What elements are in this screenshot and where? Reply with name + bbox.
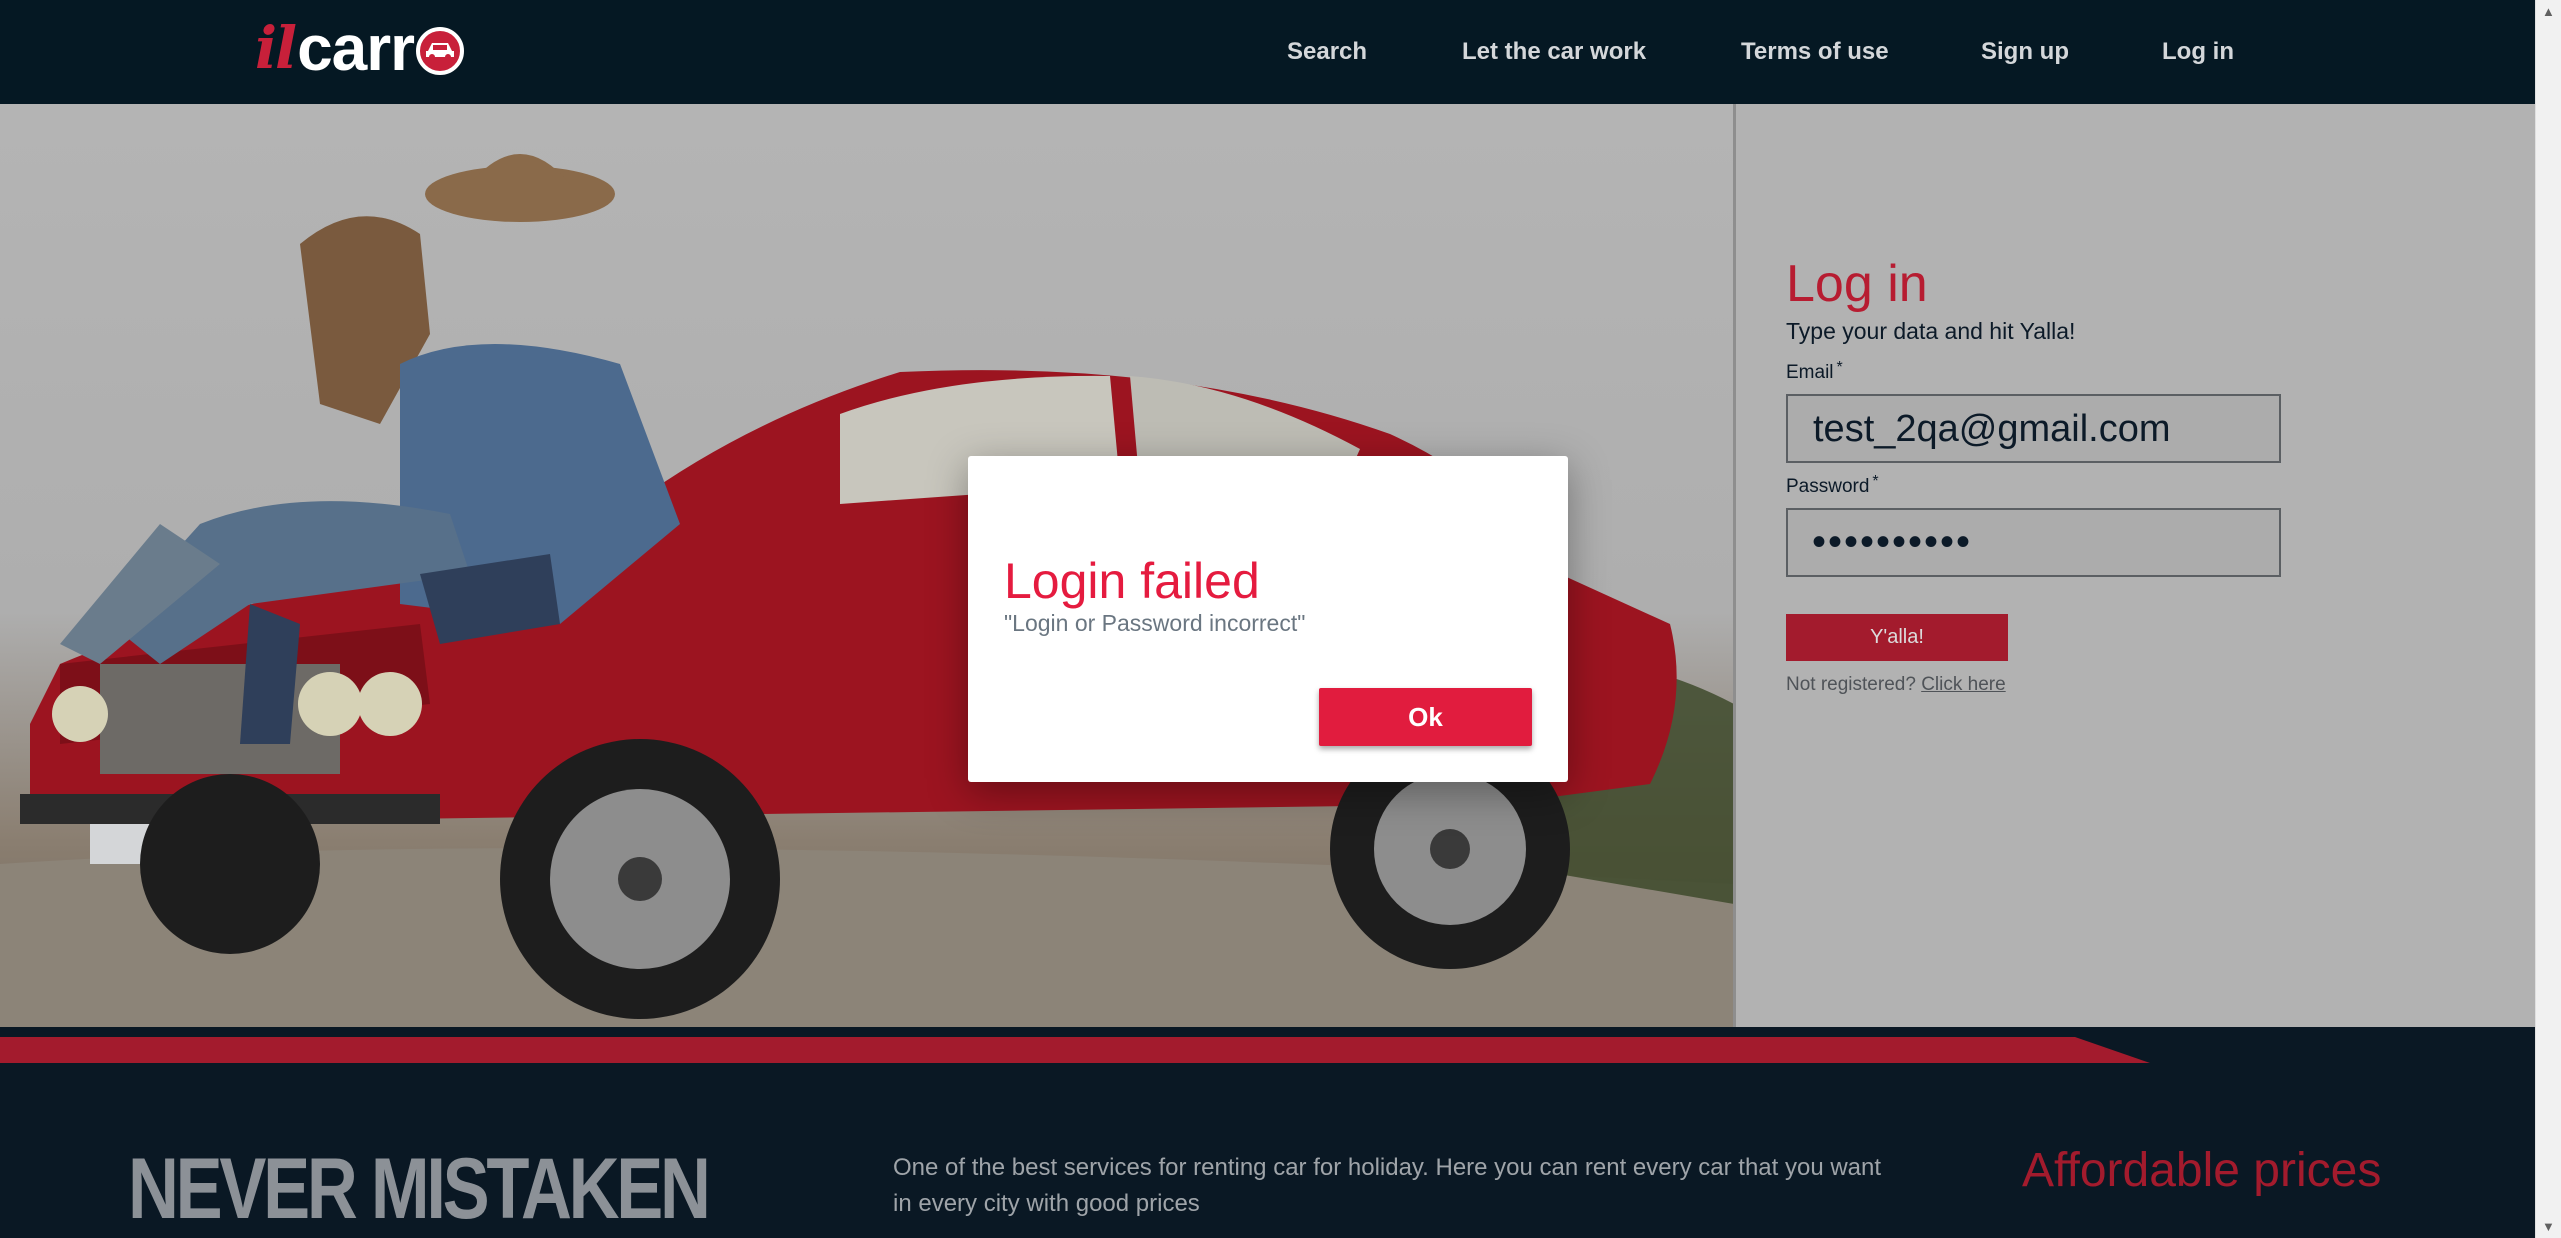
login-failed-dialog: Login failed "Login or Password incorrec… xyxy=(968,456,1568,782)
scroll-up-arrow-icon[interactable]: ▲ xyxy=(2542,4,2555,19)
scroll-down-arrow-icon[interactable]: ▼ xyxy=(2542,1219,2555,1234)
vertical-scrollbar[interactable]: ▲ ▼ xyxy=(2535,0,2561,1238)
dialog-message: "Login or Password incorrect" xyxy=(1004,610,1306,636)
ok-button[interactable]: Ok xyxy=(1319,688,1532,746)
dialog-title: Login failed xyxy=(1004,553,1260,609)
